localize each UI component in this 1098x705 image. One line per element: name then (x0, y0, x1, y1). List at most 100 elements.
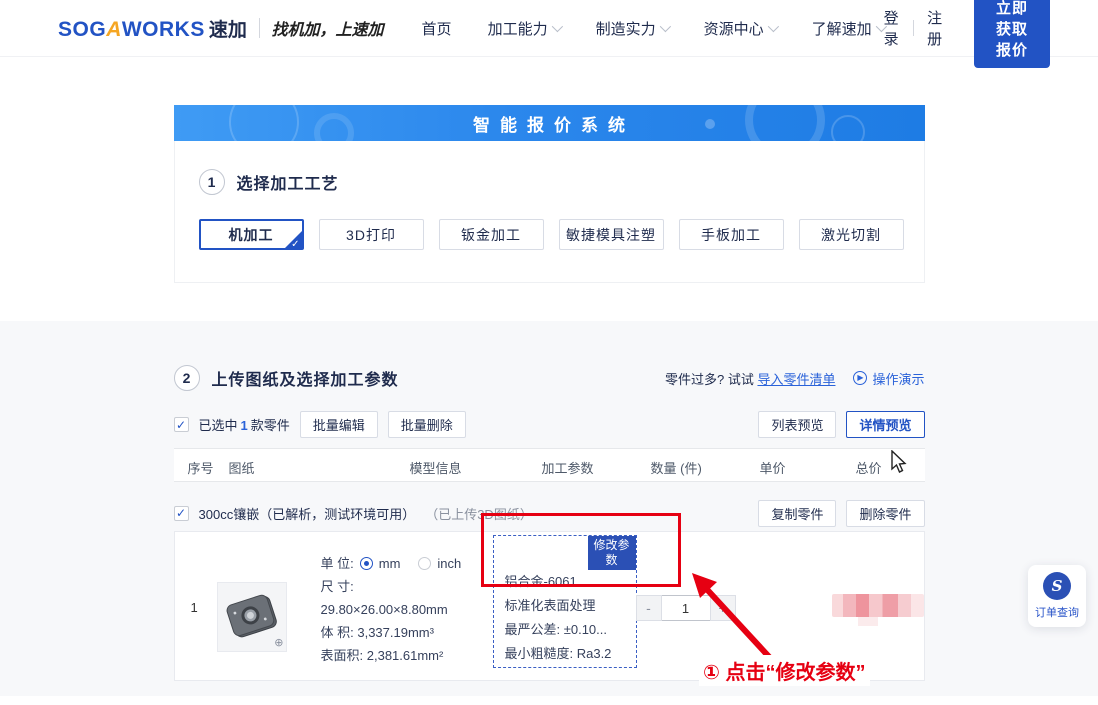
part-detail-card: 1 ⊕ (174, 531, 925, 681)
part-name: 300cc镶嵌（已解析，测试环境可用） (199, 504, 416, 523)
logo-text-right: WORKS (122, 18, 205, 42)
logo-text-left: SOG (58, 18, 106, 42)
magnifier-icon[interactable]: ⊕ (274, 636, 283, 649)
nav-about[interactable]: 了解速加 (812, 18, 884, 39)
step2-title: 上传图纸及选择加工参数 (212, 366, 399, 390)
header-right: 登录 注册 立即获取报价 (884, 0, 1050, 68)
tab-laser-cutting[interactable]: 激光切割 (799, 219, 904, 250)
tab-prototype[interactable]: 手板加工 (679, 219, 784, 250)
param-tolerance: 最严公差: ±0.10... (505, 618, 636, 642)
logo-divider (259, 18, 260, 38)
selected-count: 1 (238, 418, 251, 433)
param-finish: 标准化表面处理 (505, 594, 636, 618)
process-card: 1 选择加工工艺 机加工✓ 3D打印 钣金加工 敏捷模具注塑 手板加工 激光切割 (174, 141, 925, 283)
upload-section: 2 上传图纸及选择加工参数 零件过多? 试试 导入零件清单 ▶ 操作演示 ✓ 已 (0, 321, 1098, 696)
quantity-stepper: - + (636, 595, 736, 621)
selection-toolbar: ✓ 已选中1款零件 批量编辑 批量删除 列表预览 详情预览 (174, 411, 925, 438)
part-index: 1 (191, 600, 198, 615)
param-roughness: 最小粗糙度: Ra3.2 (505, 642, 636, 666)
nav-home[interactable]: 首页 (422, 18, 452, 39)
import-parts-link[interactable]: 导入零件清单 (757, 372, 835, 387)
demo-link[interactable]: ▶ 操作演示 (853, 369, 924, 388)
tab-3d-printing[interactable]: 3D打印 (319, 219, 424, 250)
col-unit-price: 单价 (760, 458, 786, 477)
unit-mm-label[interactable]: mm (379, 552, 401, 575)
price-redacted (832, 594, 924, 617)
page: SOGAWORKS 速加 找机加，上速加 首页 加工能力 制造实力 资源中心 了… (0, 0, 1098, 705)
banner-title: 智能报价系统 (463, 111, 635, 136)
process-tabs: 机加工✓ 3D打印 钣金加工 敏捷模具注塑 手板加工 激光切割 (199, 219, 924, 250)
logo[interactable]: SOGAWORKS 速加 (58, 15, 247, 42)
col-index: 序号 (188, 458, 214, 477)
area-line: 表面积: 2,381.61mm² (321, 644, 462, 667)
batch-delete-button[interactable]: 批量删除 (388, 411, 466, 438)
nav-capability[interactable]: 加工能力 (488, 18, 560, 39)
order-query-icon: S (1043, 572, 1071, 600)
top-navbar: SOGAWORKS 速加 找机加，上速加 首页 加工能力 制造实力 资源中心 了… (0, 0, 1098, 57)
part-row-header: ✓ 300cc镶嵌（已解析，测试环境可用） （已上传3D图纸） 复制零件 删除零… (174, 498, 925, 528)
unit-inch-radio[interactable] (418, 557, 431, 570)
step1-title: 选择加工工艺 (237, 170, 339, 194)
order-query-label: 订单查询 (1035, 604, 1079, 620)
delete-part-button[interactable]: 删除零件 (846, 500, 924, 527)
step1-header: 1 选择加工工艺 (175, 141, 924, 195)
step2-header: 2 上传图纸及选择加工参数 零件过多? 试试 导入零件清单 ▶ 操作演示 (174, 365, 925, 391)
step1-number: 1 (199, 169, 225, 195)
quote-banner: 智能报价系统 (174, 105, 925, 141)
part-thumbnail[interactable]: ⊕ (217, 582, 287, 652)
nav-strength[interactable]: 制造实力 (596, 18, 668, 39)
col-params: 加工参数 (542, 458, 594, 477)
chevron-down-icon (659, 21, 670, 32)
size-label: 尺 寸: (321, 575, 462, 598)
tab-rapid-molding[interactable]: 敏捷模具注塑 (559, 219, 664, 250)
unit-mm-radio[interactable] (360, 557, 373, 570)
play-icon: ▶ (853, 371, 867, 385)
qty-minus-button[interactable]: - (636, 595, 662, 621)
part-checkbox[interactable]: ✓ (174, 506, 189, 521)
banner-deco-circle (314, 113, 354, 141)
quote-section: 智能报价系统 1 选择加工工艺 机加工✓ 3D打印 钣金加工 敏捷模具注塑 手板… (0, 57, 1098, 321)
parts-table-header: 序号 图纸 模型信息 加工参数 数量 (件) 单价 总价 (174, 448, 925, 482)
detail-preview-button[interactable]: 详情预览 (846, 411, 924, 438)
volume-value: 3,337.19mm³ (357, 625, 434, 640)
area-value: 2,381.61mm² (367, 648, 444, 663)
tab-cnc-machining[interactable]: 机加工✓ (199, 219, 304, 250)
login-link[interactable]: 登录 (884, 7, 899, 49)
copy-part-button[interactable]: 复制零件 (758, 500, 836, 527)
step2-number: 2 (174, 365, 200, 391)
machining-params-panel: 修改参数 铝合金-6061 标准化表面处理 最严公差: ±0.10... 最小粗… (493, 535, 637, 668)
get-quote-button[interactable]: 立即获取报价 (974, 0, 1050, 68)
logo-cn: 速加 (209, 15, 247, 42)
too-many-parts-hint: 零件过多? 试试 (665, 372, 754, 387)
col-model: 模型信息 (410, 458, 462, 477)
banner-deco-circle (831, 115, 865, 141)
nav-resources[interactable]: 资源中心 (704, 18, 776, 39)
volume-line: 体 积: 3,337.19mm³ (321, 621, 462, 644)
logo-bolt-icon: A (106, 18, 122, 42)
tab-sheet-metal[interactable]: 钣金加工 (439, 219, 544, 250)
model-info: 单 位: mm inch 尺 寸: 29.80×26.00×8.80mm 体 积… (321, 552, 462, 667)
param-material: 铝合金-6061 (505, 570, 636, 594)
brand-tagline: 找机加，上速加 (272, 16, 384, 40)
col-drawing: 图纸 (229, 458, 255, 477)
register-link[interactable]: 注册 (927, 7, 942, 49)
col-quantity: 数量 (件) (651, 458, 702, 477)
qty-plus-button[interactable]: + (710, 595, 736, 621)
qty-input[interactable] (662, 595, 710, 621)
order-query-button[interactable]: S 订单查询 (1028, 565, 1086, 627)
banner-deco-dot (705, 119, 715, 129)
list-preview-button[interactable]: 列表预览 (758, 411, 836, 438)
modify-params-button[interactable]: 修改参数 (588, 536, 636, 570)
batch-edit-button[interactable]: 批量编辑 (300, 411, 378, 438)
banner-deco-circle (229, 105, 299, 141)
main-nav: 首页 加工能力 制造实力 资源中心 了解速加 (422, 18, 884, 39)
unit-inch-label[interactable]: inch (437, 552, 461, 575)
chevron-down-icon (551, 21, 562, 32)
size-value: 29.80×26.00×8.80mm (321, 598, 462, 621)
part-upload-status: （已上传3D图纸） (425, 504, 533, 523)
select-all-checkbox[interactable]: ✓ (174, 417, 189, 432)
chevron-down-icon (767, 21, 778, 32)
banner-deco-circle (745, 105, 825, 141)
selected-count-text: 已选中1款零件 (199, 415, 290, 434)
col-total-price: 总价 (856, 458, 882, 477)
